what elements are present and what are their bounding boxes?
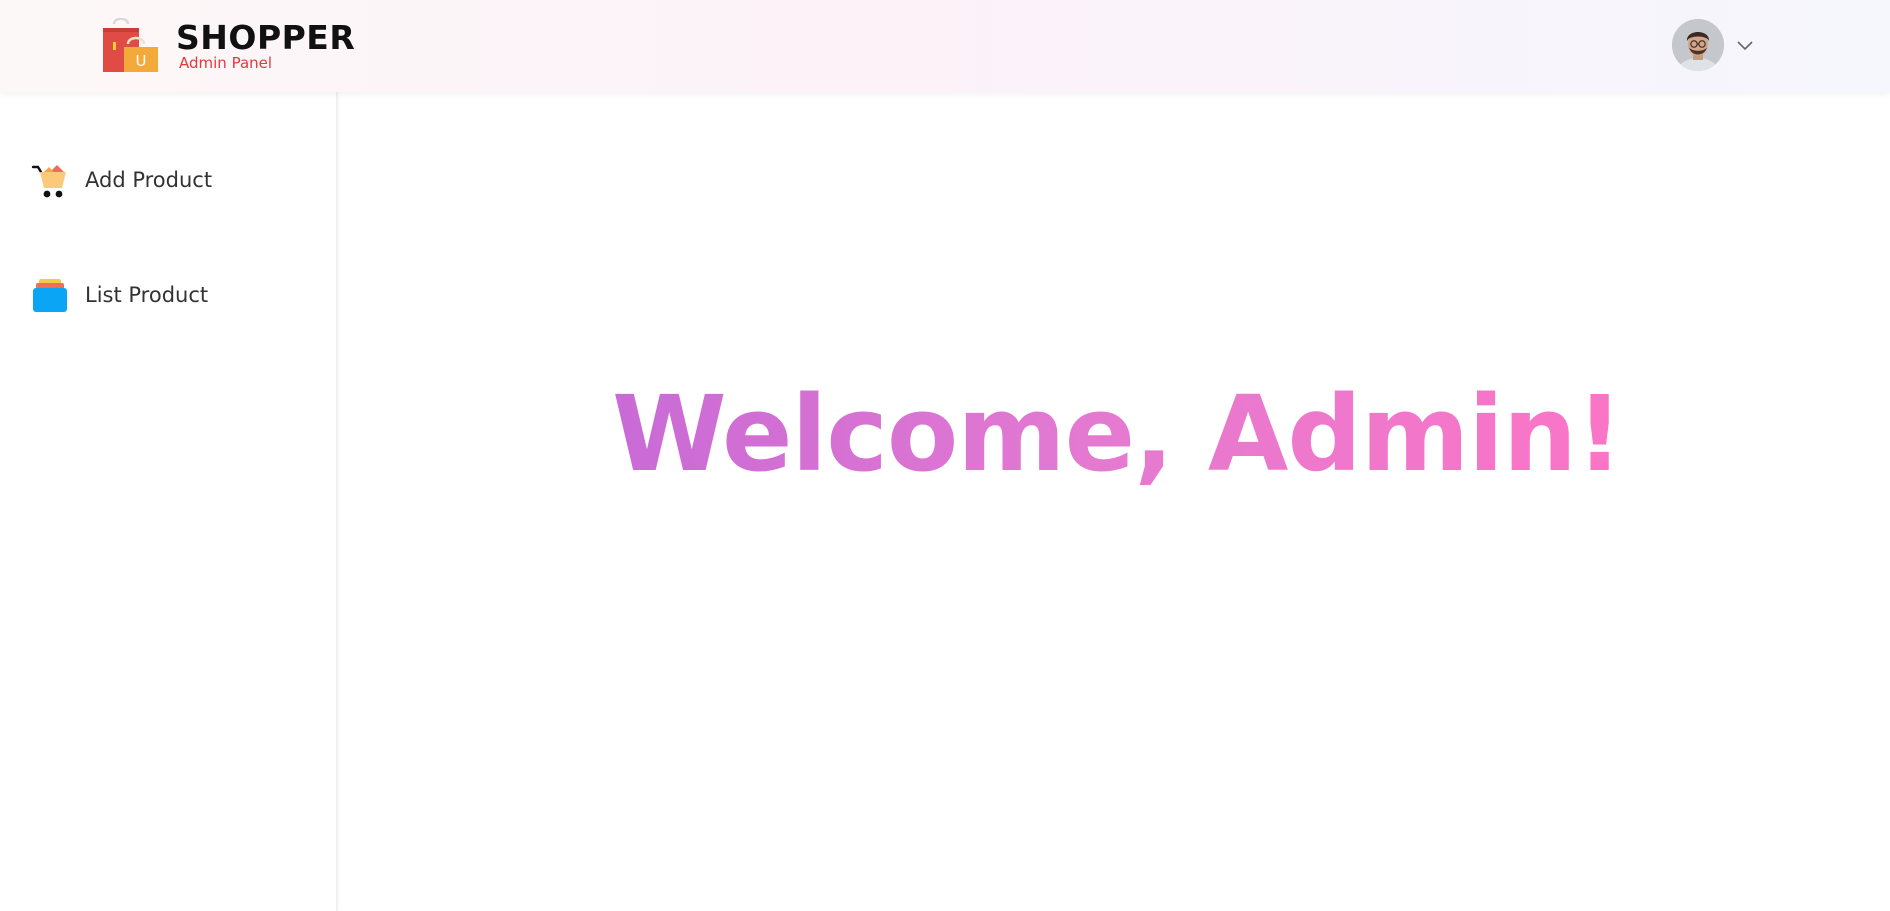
stacked-list-icon (30, 275, 70, 315)
sidebar: Add Product List Product (0, 92, 338, 911)
top-navbar: U SHOPPER Admin Panel (0, 0, 1890, 92)
brand[interactable]: U SHOPPER Admin Panel (100, 17, 355, 74)
sidebar-item-list-product[interactable]: List Product (30, 273, 208, 317)
brand-text: SHOPPER Admin Panel (176, 21, 355, 71)
chevron-down-icon[interactable] (1734, 34, 1756, 56)
sidebar-item-add-product[interactable]: Add Product (30, 158, 212, 202)
user-avatar[interactable] (1672, 19, 1724, 71)
brand-name: SHOPPER (176, 18, 356, 57)
profile-menu[interactable] (1672, 19, 1756, 71)
brand-subtitle: Admin Panel (179, 54, 273, 72)
sidebar-item-label: List Product (85, 283, 209, 307)
welcome-heading: Welcome, Admin! (612, 373, 1623, 495)
shopping-cart-icon (30, 160, 70, 200)
sidebar-item-label: Add Product (85, 168, 213, 192)
svg-text:U: U (136, 52, 147, 70)
shopping-bags-icon: U (100, 17, 160, 74)
main-content: Welcome, Admin! (340, 92, 1890, 911)
